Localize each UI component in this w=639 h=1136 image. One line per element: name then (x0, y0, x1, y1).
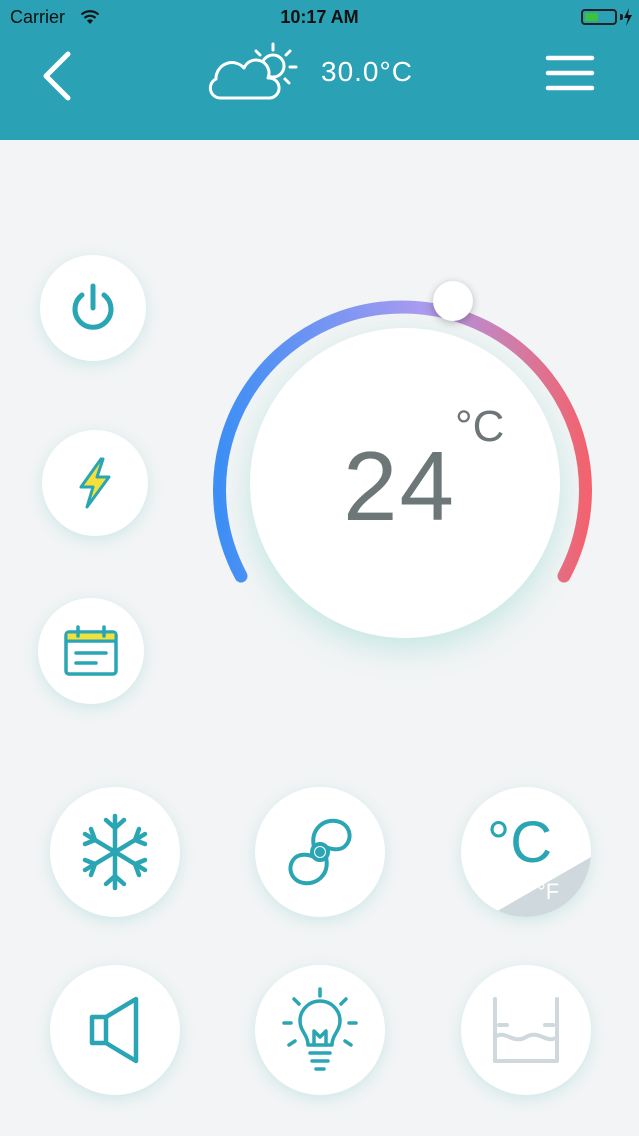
snowflake-icon (82, 813, 148, 891)
celsius-label: °C (487, 810, 553, 875)
turbo-button[interactable] (42, 430, 148, 536)
setpoint-unit: °C (455, 402, 505, 451)
fahrenheit-label: °F (537, 879, 560, 904)
fan-icon (288, 818, 352, 886)
cool-mode-button[interactable] (50, 787, 180, 917)
clock: 10:17 AM (280, 7, 359, 27)
lightning-icon (79, 457, 111, 509)
calendar-icon (64, 625, 118, 676)
power-button[interactable] (40, 255, 146, 361)
dial-knob[interactable] (433, 281, 473, 321)
light-button[interactable] (255, 965, 385, 1095)
charging-icon (624, 8, 632, 26)
schedule-button[interactable] (38, 598, 144, 704)
hamburger-menu-icon[interactable] (540, 48, 600, 98)
outdoor-temperature: 30.0°C (321, 56, 413, 87)
nav-bar: 30.0°C (0, 34, 639, 140)
lightbulb-icon (282, 987, 358, 1071)
chevron-left-icon[interactable] (36, 46, 84, 106)
fan-button[interactable] (255, 787, 385, 917)
partly-cloudy-icon (208, 42, 298, 100)
sound-button[interactable] (50, 965, 180, 1095)
power-icon (72, 283, 114, 330)
unit-toggle-button[interactable]: °C °F (461, 787, 591, 917)
setpoint-temperature: 24 (343, 431, 457, 541)
water-tank-icon (493, 997, 559, 1063)
status-bar: Carrier 10:17 AM (0, 0, 639, 34)
battery-level (585, 13, 598, 21)
battery-icon (581, 9, 617, 25)
speaker-icon (89, 996, 139, 1064)
water-level-button[interactable] (461, 965, 591, 1095)
